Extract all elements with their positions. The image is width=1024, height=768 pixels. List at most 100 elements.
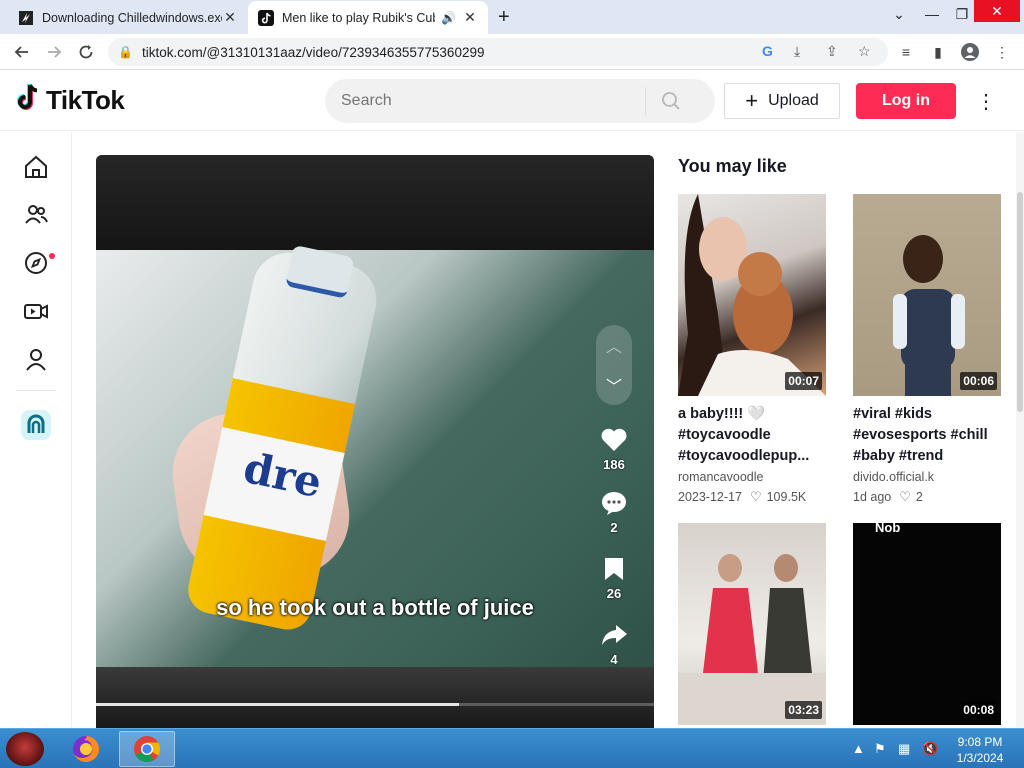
live-icon[interactable] [20, 295, 52, 327]
system-clock[interactable]: 9:08 PM 1/3/2024 [948, 734, 1012, 766]
live-avatar-icon[interactable] [20, 409, 52, 441]
video-player[interactable]: dre so he took out a bottle of juice ︿ ﹀… [96, 155, 654, 728]
like-count: 186 [603, 457, 625, 472]
flag-icon[interactable]: ⚑ [874, 741, 886, 757]
tab-close-icon[interactable]: ✕ [462, 9, 478, 26]
share-icon[interactable]: ⇪ [826, 43, 838, 60]
video-meta: 2023-12-17 ♡ 109.5K [678, 489, 826, 505]
more-options-icon[interactable]: ⋮ [976, 87, 996, 115]
video-meta: 1d ago ♡ 2 [853, 489, 1001, 505]
restore-icon[interactable]: ❐ [948, 0, 976, 28]
video-title[interactable]: #viral #kids #evosesports #chill #baby #… [853, 404, 1001, 467]
clock-time: 9:08 PM [957, 735, 1003, 749]
video-duration: 03:23 [785, 701, 822, 719]
scrollbar-thumb[interactable] [1017, 192, 1023, 412]
minimize-icon[interactable]: — [918, 0, 946, 28]
login-button[interactable]: Log in [856, 83, 956, 119]
profile-icon[interactable] [20, 343, 52, 375]
tiktok-logo[interactable]: TikTok [16, 83, 125, 118]
left-nav-rail [0, 132, 72, 728]
heart-outline-icon: ♡ [899, 489, 911, 504]
tab-downloading[interactable]: Downloading Chilledwindows.exe ✕ [8, 1, 248, 34]
reload-icon[interactable] [74, 40, 98, 64]
comment-icon [596, 490, 632, 516]
tab-search-chevron-icon[interactable]: ⌄ [886, 0, 912, 28]
save-button[interactable]: 26 [596, 556, 632, 601]
chrome-menu-icon[interactable]: ⋮ [992, 42, 1012, 62]
upload-button[interactable]: + Upload [724, 83, 840, 119]
like-button[interactable]: 186 [596, 427, 632, 472]
chevron-down-icon[interactable]: ﹀ [596, 367, 632, 403]
tab-close-icon[interactable]: ✕ [222, 9, 238, 26]
search-bar [325, 79, 715, 123]
search-icon[interactable] [646, 91, 696, 111]
tab-title: Downloading Chilledwindows.exe [42, 10, 222, 25]
back-icon[interactable] [10, 40, 34, 64]
tiktok-favicon-icon [258, 9, 274, 26]
video-duration: 00:06 [960, 372, 997, 390]
chrome-icon[interactable] [119, 731, 175, 767]
video-thumbnail[interactable]: 00:07 [678, 194, 826, 396]
download-favicon-icon [18, 10, 34, 26]
tiktok-header: TikTok + Upload Log in ⋮ [0, 71, 1024, 131]
window-close-icon[interactable]: ✕ [974, 0, 1020, 22]
new-tab-button[interactable]: + [498, 6, 510, 29]
recommended-video-card[interactable]: 00:07 a baby!!!! 🤍 #toycavoodle #toycavo… [678, 194, 826, 505]
comment-button[interactable]: 2 [596, 490, 632, 535]
browser-toolbar: 🔒 tiktok.com/@31310131aaz/video/72393463… [0, 34, 1024, 70]
video-duration: 00:08 [960, 701, 997, 719]
forward-icon[interactable] [42, 40, 66, 64]
windows-taskbar: ▲ ⚑ ▦ 🔇 9:08 PM 1/3/2024 [0, 728, 1024, 768]
video-author[interactable]: divido.official.k [853, 470, 1001, 484]
bookmark-star-icon[interactable]: ☆ [858, 43, 871, 60]
share-button[interactable]: 4 [596, 622, 632, 667]
video-thumbnail[interactable]: 00:06 [853, 194, 1001, 396]
video-likes: 2 [915, 490, 923, 504]
profile-avatar-icon[interactable] [960, 42, 980, 62]
video-date: 2023-12-17 [678, 490, 742, 504]
tiktok-note-icon [16, 83, 42, 118]
notification-dot [49, 253, 55, 259]
video-author[interactable]: romancavoodle [678, 470, 826, 484]
save-count: 26 [606, 586, 622, 601]
page-scrollbar[interactable] [1016, 132, 1024, 728]
side-panel-icon[interactable]: ▮ [928, 42, 948, 62]
heart-outline-icon: ♡ [749, 489, 762, 504]
video-thumbnail[interactable]: Nob 00:08 [853, 523, 1001, 725]
video-progress-bar[interactable] [96, 703, 654, 706]
search-input[interactable] [325, 79, 645, 123]
lock-icon: 🔒 [118, 45, 133, 59]
rail-divider [16, 390, 56, 391]
thumbnail-overlay-text: Nob [875, 523, 901, 535]
video-likes: 109.5K [766, 490, 807, 504]
home-icon[interactable] [20, 151, 52, 183]
url-text: tiktok.com/@31310131aaz/video/7239346355… [142, 44, 485, 60]
video-duration: 00:07 [785, 372, 822, 390]
recommended-video-card[interactable]: 00:06 #viral #kids #evosesports #chill #… [853, 194, 1001, 505]
install-app-icon[interactable]: ⤓ [794, 43, 800, 60]
google-lens-icon[interactable]: G [762, 43, 773, 59]
upload-label: Upload [768, 92, 819, 109]
firefox-icon[interactable] [58, 731, 114, 767]
tab-tiktok[interactable]: Men like to play Rubik's Cube 🔊 ✕ [248, 1, 488, 34]
recommended-video-card[interactable]: Nob 00:08 [853, 523, 1001, 725]
network-icon[interactable]: ▦ [898, 741, 910, 757]
start-button[interactable] [6, 732, 44, 766]
chevron-up-icon[interactable]: ︿ [596, 327, 632, 363]
media-controls-icon[interactable]: ≡ [896, 42, 916, 62]
video-nav-arrows: ︿ ﹀ [596, 325, 632, 405]
video-thumbnail[interactable]: 03:23 [678, 523, 826, 725]
logo-text: TikTok [46, 85, 125, 115]
video-caption: so he took out a bottle of juice [216, 595, 534, 620]
video-date: 1d ago [853, 490, 892, 504]
tab-title: Men like to play Rubik's Cube [282, 10, 436, 25]
tray-arrow-icon[interactable]: ▲ [852, 741, 865, 756]
volume-muted-icon[interactable]: 🔇 [922, 741, 938, 757]
video-bottom-shade [96, 667, 654, 728]
following-icon[interactable] [20, 199, 52, 231]
video-top-shade [96, 155, 654, 250]
speaker-icon[interactable]: 🔊 [441, 11, 456, 25]
recommended-video-card[interactable]: 03:23 [678, 523, 826, 725]
video-title[interactable]: a baby!!!! 🤍 #toycavoodle #toycavoodlepu… [678, 404, 826, 467]
explore-icon[interactable] [20, 247, 52, 279]
